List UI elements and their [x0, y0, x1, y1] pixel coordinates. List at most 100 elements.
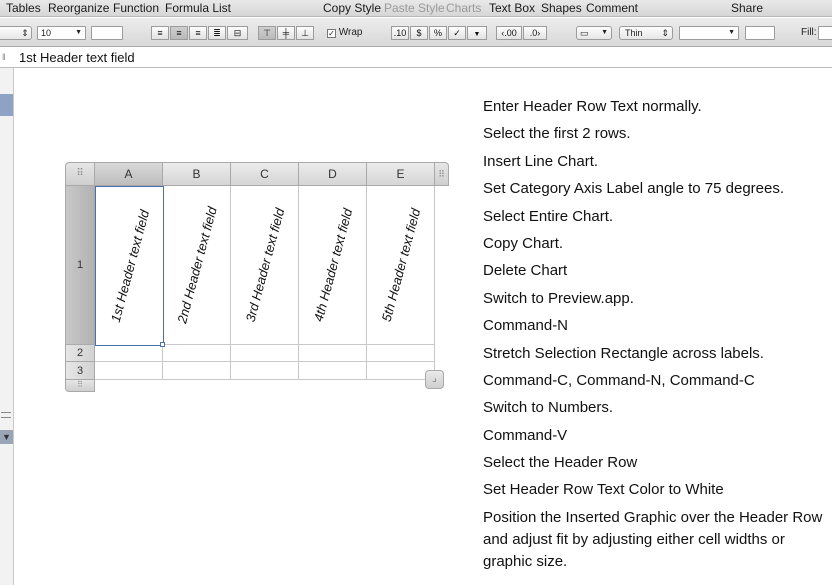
cell-c1[interactable]: 3rd Header text field	[231, 186, 299, 345]
checkmark-icon: ✓	[327, 29, 336, 38]
header-cell-text: 1st Header text field	[107, 208, 152, 324]
instruction-step: Delete Chart	[483, 262, 568, 280]
menu-formula-list[interactable]: Formula List	[165, 1, 231, 15]
chevron-down-icon: ▼	[601, 29, 608, 36]
column-header-c[interactable]: C	[231, 162, 299, 186]
column-header-b[interactable]: B	[163, 162, 231, 186]
border-select[interactable]: ▭ ▼	[576, 26, 612, 40]
menu-function[interactable]: Function	[113, 1, 159, 15]
disclosure-triangle-icon[interactable]: ▼	[0, 430, 13, 444]
copy-style-button[interactable]: Copy Style	[323, 1, 381, 15]
comment-button[interactable]: Comment	[586, 1, 638, 15]
instruction-step: Set Category Axis Label angle to 75 degr…	[483, 180, 785, 198]
currency-format-button[interactable]: $	[410, 26, 428, 40]
align-justify-button[interactable]: ≣	[208, 26, 226, 40]
text-color-well[interactable]	[91, 26, 123, 40]
decrease-decimals-label: ‹.00	[501, 28, 517, 38]
formula-input[interactable]: 1st Header text field	[19, 50, 135, 65]
stroke-style-select[interactable]: ▼	[679, 26, 739, 40]
sidebar-selected-item[interactable]	[0, 94, 13, 116]
text-box-button[interactable]: Text Box	[489, 1, 535, 15]
chevron-down-icon: ▼	[473, 31, 481, 38]
valign-bottom-button[interactable]: ⊥	[296, 26, 314, 40]
column-header-d[interactable]: D	[299, 162, 367, 186]
table-resize-handle[interactable]: ⌟	[425, 370, 444, 389]
font-size-select[interactable]: 10 ▼	[37, 26, 86, 40]
valign-top-button[interactable]: ⊤	[258, 26, 276, 40]
checkbox-format-button[interactable]: ✓	[448, 26, 466, 40]
decrease-decimals-button[interactable]: ‹.00	[496, 26, 522, 40]
row-header-2[interactable]: 2	[65, 345, 95, 362]
grip-dots-icon: ⠿	[438, 169, 445, 179]
cell-d3[interactable]	[299, 362, 367, 380]
cell-e2[interactable]	[367, 345, 435, 362]
instruction-step: Command-C, Command-N, Command-C	[483, 371, 755, 389]
number-format-label: .10	[393, 28, 407, 38]
cell-c2[interactable]	[231, 345, 299, 362]
menu-reorganize[interactable]: Reorganize	[48, 1, 109, 15]
increase-decimals-button[interactable]: .0›	[523, 26, 547, 40]
align-left-button[interactable]: ≡	[151, 26, 169, 40]
cell-a1[interactable]: 1st Header text field	[95, 186, 164, 346]
toolbar-menu-row: Tables Reorganize Function Formula List …	[0, 0, 832, 17]
stroke-color-well[interactable]	[745, 26, 775, 40]
selection-handle[interactable]	[160, 342, 165, 347]
cell-b2[interactable]	[163, 345, 231, 362]
instruction-step: Command-N	[483, 317, 569, 335]
cell-d2[interactable]	[299, 345, 367, 362]
cell-a3[interactable]	[95, 362, 163, 380]
column-header-e[interactable]: E	[367, 162, 435, 186]
shapes-button[interactable]: Shapes	[541, 1, 582, 15]
charts-button[interactable]: Charts	[446, 1, 481, 15]
valign-middle-button[interactable]: ╪	[277, 26, 295, 40]
column-header-a[interactable]: A	[95, 162, 163, 186]
sheets-sidebar: ▼	[0, 68, 14, 585]
font-family-stepper[interactable]: ⇕	[0, 26, 32, 40]
table-corner-handle[interactable]: ⠿	[65, 162, 95, 186]
share-button[interactable]: Share	[731, 1, 763, 15]
header-cell-text: 4th Header text field	[310, 206, 355, 324]
align-auto-button[interactable]: ⊟	[227, 26, 248, 40]
add-column-handle[interactable]: ⠿	[435, 162, 449, 186]
instruction-step: Select Entire Chart.	[483, 207, 614, 225]
instructions-list: Enter Header Row Text normally. Select t…	[483, 96, 828, 578]
align-auto-icon: ⊟	[233, 28, 242, 38]
instruction-step: Position the Inserted Graphic over the H…	[483, 508, 823, 570]
row-header-3[interactable]: 3	[65, 362, 95, 380]
cell-c3[interactable]	[231, 362, 299, 380]
cell-a2[interactable]	[95, 345, 163, 362]
grip-icon[interactable]: ‖	[2, 52, 10, 64]
instruction-step: Stretch Selection Rectangle across label…	[483, 344, 764, 362]
increase-decimals-label: .0›	[529, 28, 541, 38]
more-formats-button[interactable]: ▼	[467, 26, 487, 40]
add-row-handle[interactable]: ⠿	[65, 380, 95, 392]
instruction-step: Switch to Numbers.	[483, 399, 614, 417]
splitter-grip-icon[interactable]	[1, 412, 11, 418]
number-format-button[interactable]: .10	[391, 26, 409, 40]
header-cell-text: 5th Header text field	[378, 206, 423, 324]
cell-d1[interactable]: 4th Header text field	[299, 186, 367, 345]
instruction-step: Select the first 2 rows.	[483, 125, 631, 143]
cell-b3[interactable]	[163, 362, 231, 380]
fill-color-well[interactable]	[818, 26, 832, 40]
align-right-button[interactable]: ≡	[189, 26, 207, 40]
grip-dots-icon: ⠿	[77, 380, 83, 389]
wrap-label: Wrap	[338, 27, 363, 38]
percent-format-button[interactable]: %	[429, 26, 447, 40]
cell-e1[interactable]: 5th Header text field	[367, 186, 435, 345]
cell-b1[interactable]: 2nd Header text field	[163, 186, 231, 345]
checkbox-format-label: ✓	[453, 28, 461, 38]
align-left-icon: ≡	[157, 28, 163, 38]
header-cell-text: 3rd Header text field	[242, 206, 287, 324]
border-icon: ▭	[580, 28, 589, 38]
resize-corner-icon: ⌟	[432, 373, 437, 384]
wrap-checkbox[interactable]: ✓ Wrap	[327, 27, 363, 38]
instruction-step: Copy Chart.	[483, 234, 564, 252]
stroke-weight-select[interactable]: Thin ⇕	[619, 26, 673, 40]
instruction-step: Set Header Row Text Color to White	[483, 481, 724, 499]
instruction-step: Command-V	[483, 426, 568, 444]
align-center-button[interactable]: ≡	[170, 26, 188, 40]
paste-style-button[interactable]: Paste Style	[384, 1, 445, 15]
row-header-1[interactable]: 1	[65, 186, 95, 345]
menu-tables[interactable]: Tables	[6, 1, 41, 15]
